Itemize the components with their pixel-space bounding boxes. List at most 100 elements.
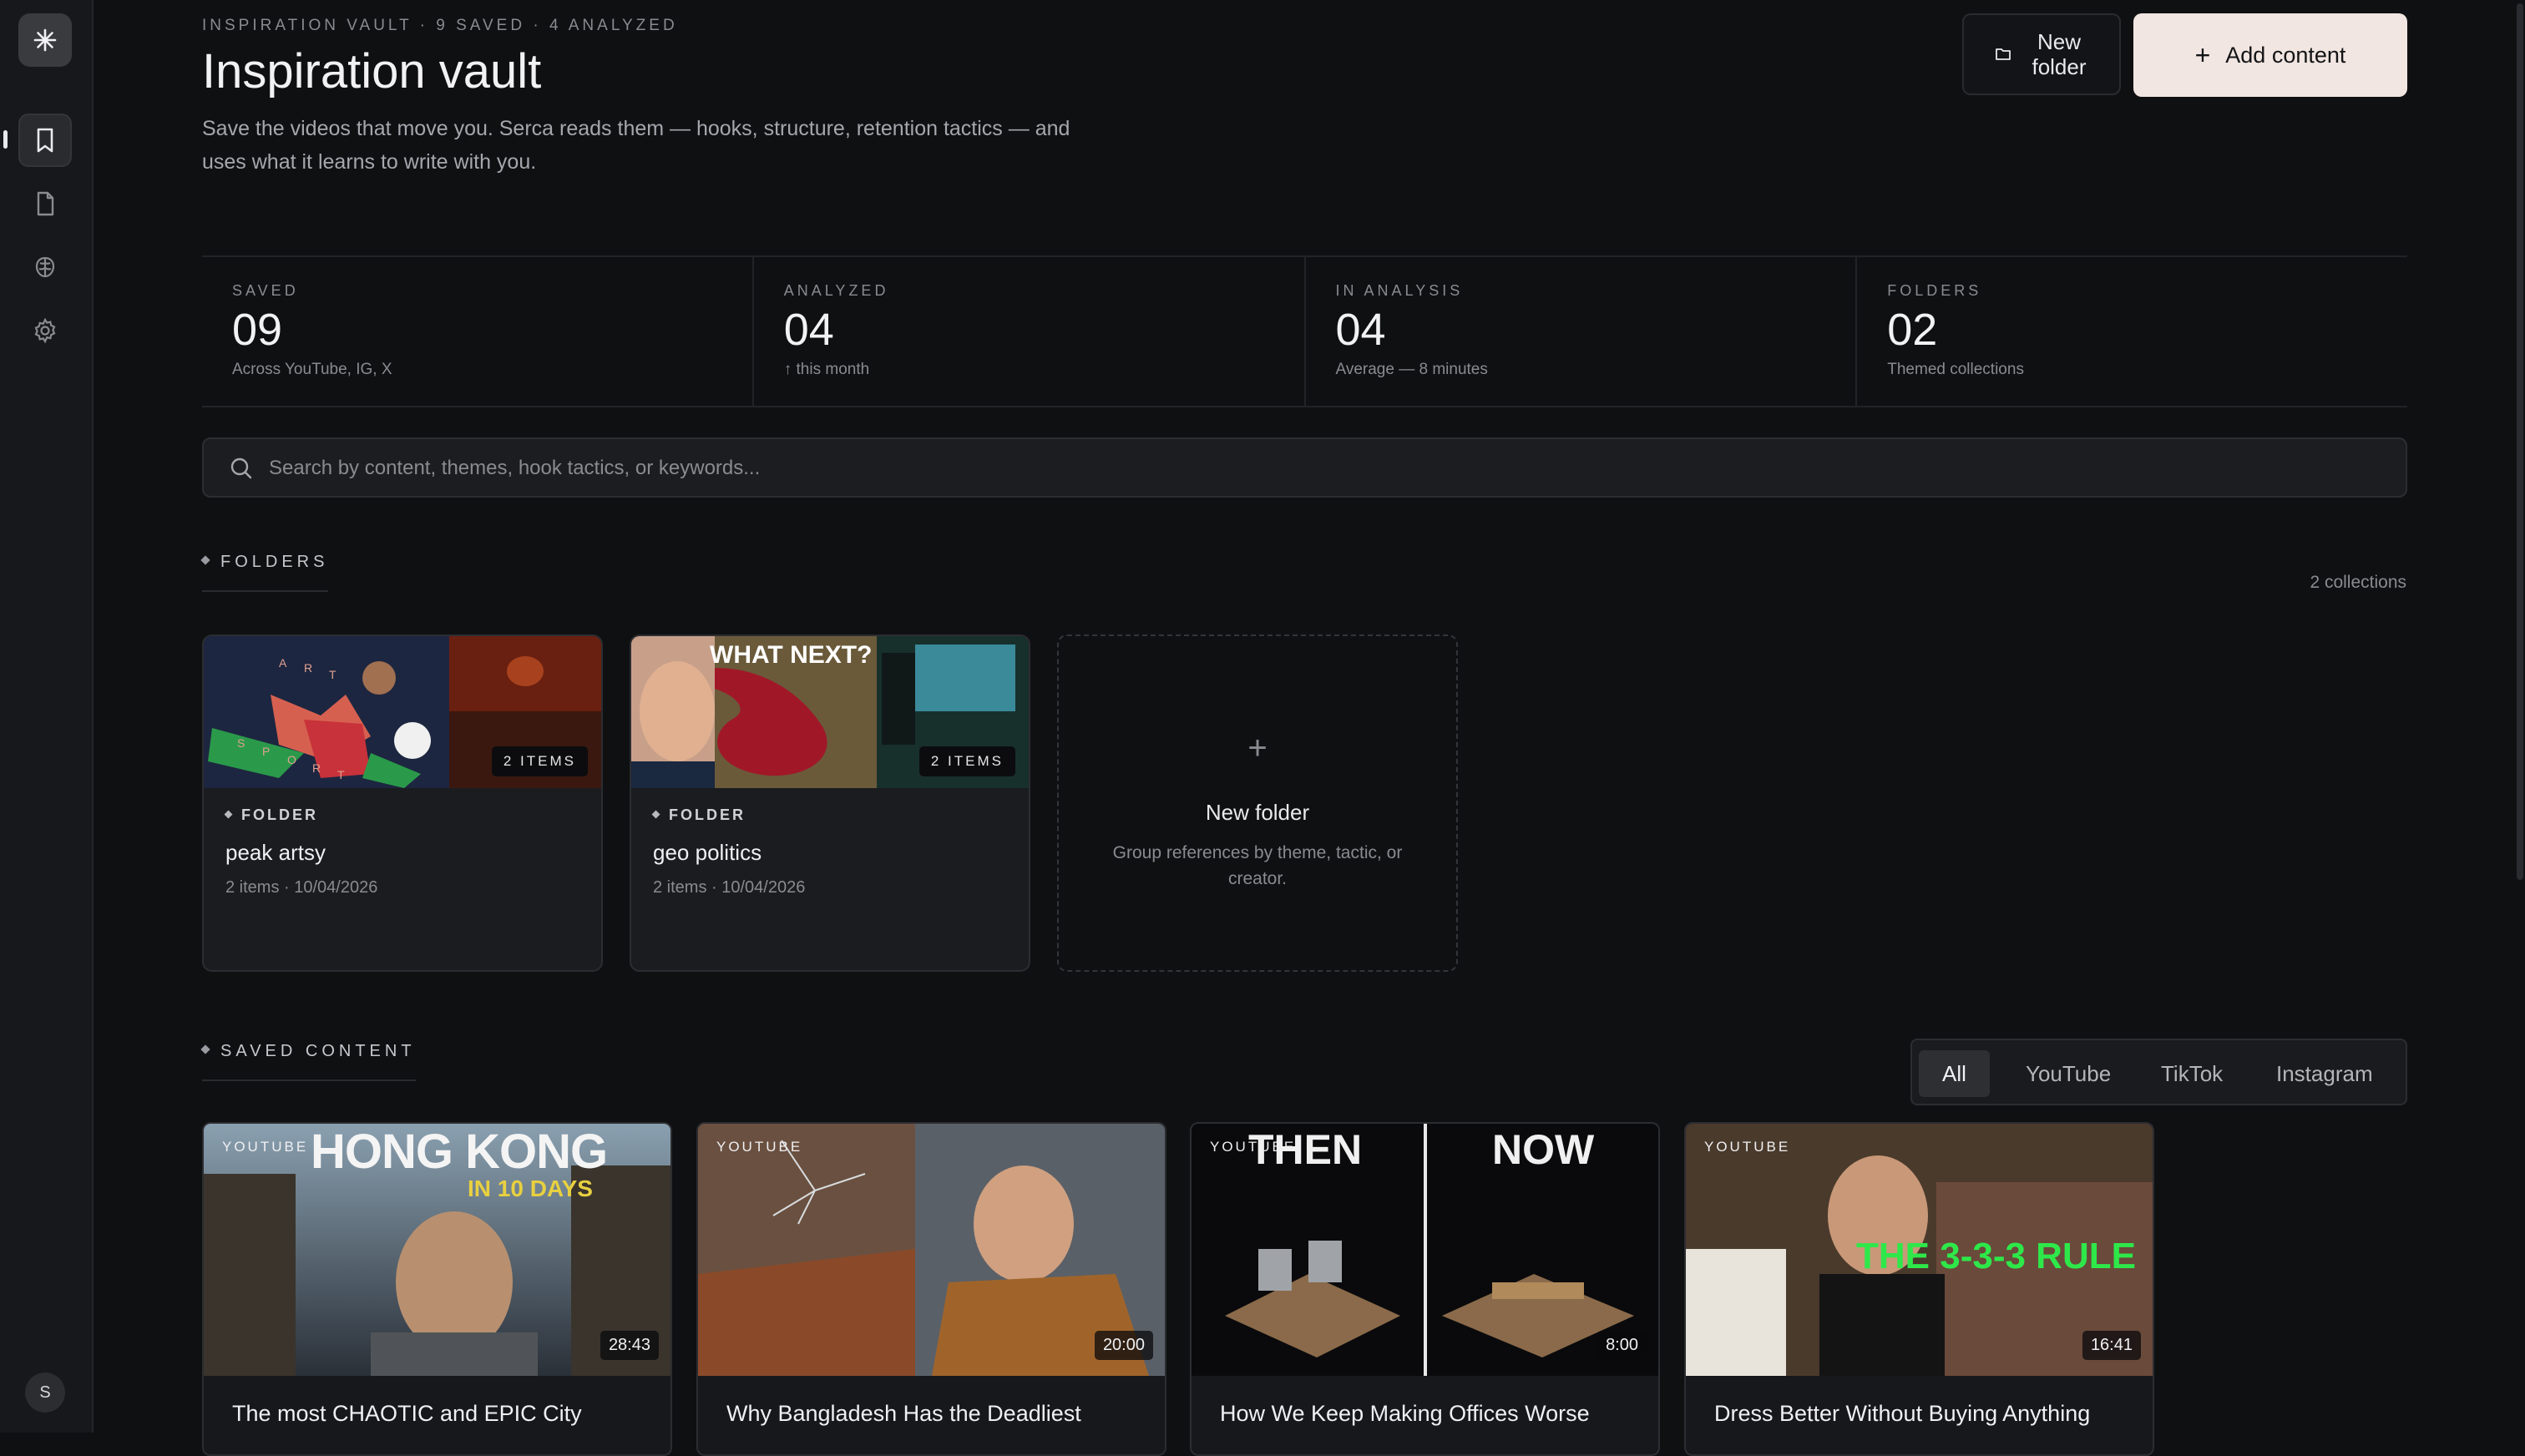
- search-bar: [202, 437, 2407, 498]
- stat-label: ANALYZED: [783, 282, 889, 299]
- folder-name: peak artsy: [225, 840, 326, 865]
- user-avatar[interactable]: S: [25, 1373, 65, 1413]
- folder-tag-label: FOLDER: [669, 806, 746, 823]
- document-icon: [37, 191, 54, 216]
- new-folder-card-title: New folder: [1205, 800, 1310, 825]
- folder-meta: 2 items · 10/04/2026: [225, 878, 378, 897]
- video-thumb-text: HONG KONG: [311, 1125, 608, 1179]
- thumb-letter: R: [304, 661, 313, 675]
- folders-section-header: FOLDERS: [200, 553, 329, 592]
- video-duration: 20:00: [1094, 1331, 1153, 1360]
- video-thumbnail: HONG KONG IN 10 DAYS YOUTUBE 28:43: [204, 1124, 670, 1376]
- stat-sub: Themed collections: [1887, 361, 2024, 378]
- tab-youtube[interactable]: YouTube: [2002, 1050, 2134, 1097]
- platform-tag: YOUTUBE: [716, 1139, 803, 1155]
- new-folder-label: New folder: [2032, 29, 2087, 79]
- search-input[interactable]: [267, 439, 2358, 498]
- thumb-letter: A: [279, 656, 289, 670]
- sidebar-item-settings[interactable]: [18, 304, 72, 357]
- video-card[interactable]: THEN NOW YOUTUBE 8:00 How We Keep Making…: [1190, 1122, 1660, 1456]
- stat-analyzed: ANALYZED 04 ↑ this month: [751, 257, 1304, 406]
- thumb-letter: P: [262, 745, 271, 758]
- folder-name: geo politics: [653, 840, 762, 865]
- sidebar-item-brain[interactable]: [18, 240, 72, 294]
- folders-section-label: FOLDERS: [220, 553, 329, 571]
- video-title: How We Keep Making Offices Worse: [1220, 1401, 1590, 1426]
- add-content-label: Add content: [2225, 42, 2346, 68]
- app-logo[interactable]: [18, 13, 72, 67]
- video-card[interactable]: YOUTUBE 20:00 Why Bangladesh Has the Dea…: [696, 1122, 1166, 1456]
- platform-tag: YOUTUBE: [222, 1139, 309, 1155]
- folder-thumbnail: WHAT NEXT? 2 ITEMS: [631, 636, 1029, 788]
- page-subtitle: Save the videos that move you. Serca rea…: [202, 117, 1070, 174]
- stats-row: SAVED 09 Across YouTube, IG, X ANALYZED …: [202, 255, 2407, 407]
- folder-card-peak-artsy[interactable]: A R T S P O R T 2 ITEMS FOLDER peak arts…: [202, 634, 603, 972]
- bookmark-icon: [37, 128, 53, 153]
- stat-value: 02: [1887, 305, 1938, 355]
- stat-in-analysis: IN ANALYSIS 04 Average — 8 minutes: [1303, 257, 1856, 406]
- new-folder-card-desc: Group references by theme, tactic, or cr…: [1112, 843, 1403, 888]
- platform-filter-tabs: All YouTube TikTok Instagram: [1910, 1039, 2407, 1105]
- stat-label: IN ANALYSIS: [1335, 282, 1464, 299]
- video-thumbnail: THE 3-3-3 RULE YOUTUBE 16:41: [1686, 1124, 2153, 1376]
- thumb-letter: O: [287, 753, 296, 766]
- scrollbar-thumb[interactable]: [2517, 3, 2523, 880]
- page-title: Inspiration vault: [202, 44, 542, 99]
- tab-all[interactable]: All: [1919, 1050, 1990, 1097]
- thumb-letter: R: [312, 761, 321, 775]
- sidebar-item-inspiration[interactable]: [18, 114, 72, 167]
- video-duration: 28:43: [600, 1331, 659, 1360]
- video-card[interactable]: THE 3-3-3 RULE YOUTUBE 16:41 Dress Bette…: [1684, 1122, 2154, 1456]
- video-title: Dress Better Without Buying Anything: [1714, 1401, 2091, 1426]
- search-icon: [230, 458, 252, 479]
- folder-meta: 2 items · 10/04/2026: [653, 878, 806, 897]
- folder-card-geo-politics[interactable]: WHAT NEXT? 2 ITEMS FOLDER geo politics 2…: [630, 634, 1030, 972]
- thumb-letter: S: [237, 736, 245, 750]
- thumb-letter: T: [337, 768, 345, 781]
- new-folder-card[interactable]: + New folder Group references by theme, …: [1057, 634, 1458, 972]
- stat-sub: Average — 8 minutes: [1335, 361, 1488, 378]
- sidebar: S: [0, 0, 94, 1433]
- folder-tag-label: FOLDER: [241, 806, 318, 823]
- stat-label: FOLDERS: [1887, 282, 1982, 299]
- tab-instagram[interactable]: Instagram: [2253, 1050, 2396, 1097]
- video-card[interactable]: HONG KONG IN 10 DAYS YOUTUBE 28:43 The m…: [202, 1122, 672, 1456]
- saved-section-label: SAVED CONTENT: [220, 1042, 416, 1060]
- folder-icon: [1996, 48, 2011, 60]
- asterisk-icon: [33, 28, 57, 52]
- stat-sub: Across YouTube, IG, X: [232, 361, 392, 378]
- plus-icon: +: [1247, 730, 1268, 766]
- diamond-icon: [224, 810, 233, 819]
- gear-icon: [34, 317, 56, 344]
- plus-icon: +: [2194, 40, 2211, 70]
- platform-tag: YOUTUBE: [1210, 1139, 1297, 1155]
- saved-content-section-header: SAVED CONTENT: [200, 1042, 416, 1081]
- video-duration: 16:41: [2082, 1331, 2141, 1360]
- diamond-icon: [651, 810, 660, 819]
- page-eyebrow: INSPIRATION VAULT · 9 SAVED · 4 ANALYZED: [202, 17, 678, 34]
- thumb-letter: T: [329, 668, 336, 681]
- video-title: The most CHAOTIC and EPIC City: [232, 1401, 582, 1426]
- folder-thumb-text: WHAT NEXT?: [710, 641, 873, 669]
- platform-tag: YOUTUBE: [1704, 1139, 1791, 1155]
- stat-value: 04: [1335, 305, 1386, 355]
- page-scrollbar[interactable]: [2515, 0, 2525, 885]
- stat-folders: FOLDERS 02 Themed collections: [1855, 257, 2407, 406]
- folder-tag: FOLDER: [224, 806, 318, 824]
- folder-tag: FOLDER: [651, 806, 746, 824]
- tab-tiktok[interactable]: TikTok: [2138, 1050, 2246, 1097]
- new-folder-button[interactable]: New folder: [1962, 13, 2121, 95]
- video-thumb-text: THE 3-3-3 RULE: [1856, 1236, 2136, 1277]
- diamond-icon: [200, 1044, 210, 1054]
- sidebar-item-scripts[interactable]: [18, 177, 72, 230]
- folder-thumb-letters: A R T S P O R T: [204, 636, 449, 788]
- folder-thumbnail: A R T S P O R T 2 ITEMS: [204, 636, 601, 788]
- stat-value: 09: [232, 305, 283, 355]
- video-title: Why Bangladesh Has the Deadliest: [726, 1401, 1081, 1426]
- collections-count: 2 collections: [2310, 573, 2406, 592]
- stat-sub: ↑ this month: [783, 361, 870, 378]
- video-duration: 8:00: [1597, 1331, 1647, 1360]
- active-nav-indicator: [3, 130, 8, 149]
- diamond-icon: [200, 555, 210, 565]
- add-content-button[interactable]: + Add content: [2133, 13, 2407, 97]
